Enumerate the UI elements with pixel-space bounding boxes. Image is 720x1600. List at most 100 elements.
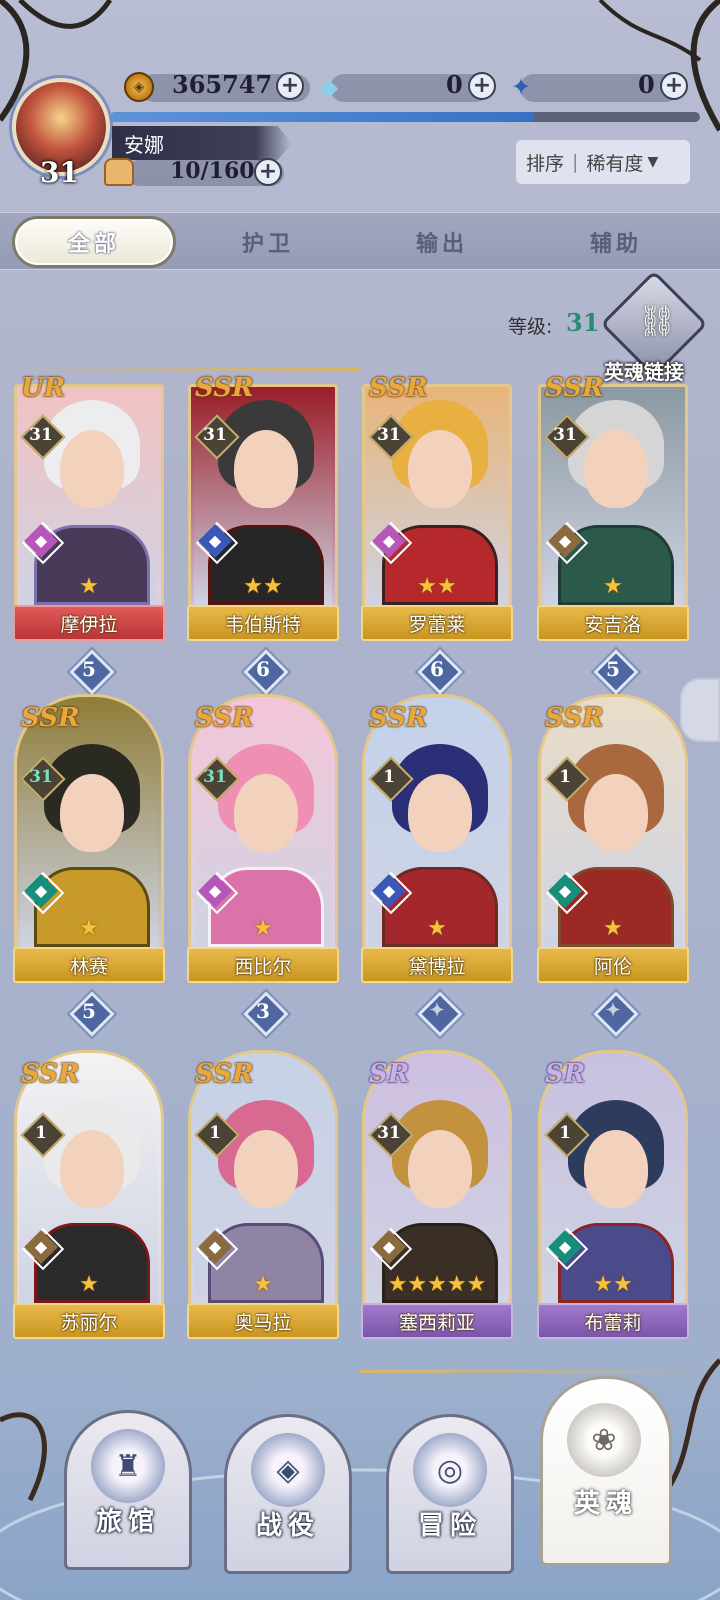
exp-progress-bar bbox=[110, 112, 700, 122]
rarity-badge: SR bbox=[369, 1059, 410, 1089]
hero-level-badge: 31 bbox=[369, 415, 409, 455]
star-rank-value: 5 bbox=[606, 657, 620, 681]
gold-value: 365747 bbox=[172, 70, 273, 99]
hero-name: 苏丽尔 bbox=[60, 1311, 118, 1334]
tab-guard[interactable]: 护卫 bbox=[186, 213, 350, 271]
rarity-badge: SSR bbox=[21, 1059, 80, 1089]
hero-level: 31 bbox=[203, 767, 227, 787]
tab-damage[interactable]: 输出 bbox=[360, 213, 524, 271]
chain-link-icon: ⛓ bbox=[638, 304, 677, 339]
hero-card[interactable]: SSR 31 ◆ ★ 西比尔 3 bbox=[187, 694, 339, 1023]
stamina-value: 10/160 bbox=[170, 158, 255, 184]
add-crystal-button[interactable]: + bbox=[468, 72, 496, 100]
hero-level: 31 bbox=[377, 1123, 401, 1143]
hero-card[interactable]: SSR 1 ◆ ★ 奥马拉 bbox=[187, 1050, 339, 1339]
hero-name: 布蕾莉 bbox=[584, 1311, 642, 1334]
nav-hero-soul-label: 英魂 bbox=[573, 1489, 638, 1519]
tavern-icon: ♜ bbox=[91, 1429, 165, 1503]
add-gold-button[interactable]: + bbox=[276, 72, 304, 100]
nav-hero-soul[interactable]: ❀ 英魂 bbox=[540, 1376, 672, 1566]
gold-coin-icon: ◈ bbox=[124, 72, 154, 102]
star-rank-badge: 6 bbox=[243, 649, 283, 689]
divider-bottom bbox=[360, 1370, 720, 1373]
shield-class-icon: ◆ bbox=[547, 523, 583, 559]
nav-tavern[interactable]: ♜ 旅馆 bbox=[64, 1410, 192, 1570]
hero-stars: ★★ bbox=[593, 1272, 633, 1297]
hero-face bbox=[408, 1130, 472, 1208]
hero-level: 1 bbox=[209, 1123, 221, 1143]
hero-stars: ★★ bbox=[243, 574, 283, 599]
hero-face bbox=[234, 1130, 298, 1208]
rarity-badge: SR bbox=[545, 1059, 586, 1089]
hero-card[interactable]: SR 31 ◆ ★★★★★ 塞西莉亚 bbox=[361, 1050, 513, 1339]
star-rank-value: 5 bbox=[82, 657, 96, 681]
hero-card[interactable]: SSR 31 ◆ ★★ 韦伯斯特 6 bbox=[187, 373, 339, 681]
role-tab-bar: 全部 护卫 输出 辅助 bbox=[0, 212, 720, 270]
add-star-gem-button[interactable]: + bbox=[660, 72, 688, 100]
hero-face bbox=[584, 774, 648, 852]
hero-card[interactable]: SSR 31 ◆ ★ 安吉洛 5 bbox=[537, 373, 689, 681]
rarity-badge: SSR bbox=[369, 703, 428, 733]
nav-adventure-label: 冒险 bbox=[417, 1511, 482, 1541]
hero-face bbox=[584, 1130, 648, 1208]
hero-name: 阿伦 bbox=[593, 955, 632, 978]
rarity-badge: SSR bbox=[545, 703, 604, 733]
hero-level: 1 bbox=[35, 1123, 47, 1143]
nav-tavern-label: 旅馆 bbox=[95, 1507, 160, 1537]
hero-name: 塞西莉亚 bbox=[398, 1311, 475, 1334]
rarity-badge: UR bbox=[21, 373, 66, 403]
side-drawer-handle[interactable] bbox=[680, 678, 720, 742]
hero-level: 31 bbox=[29, 425, 53, 445]
tab-support[interactable]: 辅助 bbox=[534, 213, 698, 271]
star-rank-value: ✦ bbox=[605, 1000, 621, 1021]
hero-card[interactable]: SR 1 ◆ ★★ 布蕾莉 bbox=[537, 1050, 689, 1339]
crystal-value: 0 bbox=[446, 70, 463, 99]
hero-name: 摩伊拉 bbox=[60, 613, 118, 636]
hero-level-badge: 31 bbox=[369, 1113, 409, 1153]
hero-face bbox=[234, 774, 298, 852]
hero-card[interactable]: UR 31 ◆ ★ 摩伊拉 5 bbox=[13, 373, 165, 681]
mage-class-icon: ◆ bbox=[197, 873, 233, 909]
star-rank-value: 6 bbox=[430, 657, 444, 681]
hero-level-badge: 1 bbox=[545, 1113, 585, 1153]
nav-campaign[interactable]: ◈ 战役 bbox=[224, 1414, 352, 1574]
hero-name: 黛博拉 bbox=[408, 955, 466, 978]
hero-face bbox=[234, 430, 298, 508]
hero-level-badge: 1 bbox=[369, 757, 409, 797]
hero-level-badge: 1 bbox=[545, 757, 585, 797]
hero-name-banner: 西比尔 bbox=[187, 947, 339, 983]
hero-name: 安吉洛 bbox=[584, 613, 642, 636]
hero-stars: ★ bbox=[79, 1272, 99, 1297]
heal-class-icon: ◆ bbox=[23, 1229, 59, 1265]
hero-card[interactable]: SSR 31 ◆ ★ 林赛 5 bbox=[13, 694, 165, 1023]
heal-class-icon: ◆ bbox=[371, 1229, 407, 1265]
rarity-badge: SSR bbox=[195, 1059, 254, 1089]
shield-class-icon: ◆ bbox=[197, 1229, 233, 1265]
add-stamina-button[interactable]: + bbox=[254, 158, 282, 186]
hero-face bbox=[60, 430, 124, 508]
hero-name: 奥马拉 bbox=[234, 1311, 292, 1334]
bow-class-icon: ◆ bbox=[23, 873, 59, 909]
hero-card[interactable]: SSR 1 ◆ ★ 阿伦 ✦ bbox=[537, 694, 689, 1021]
hero-card[interactable]: SSR 1 ◆ ★ 黛博拉 ✦ bbox=[361, 694, 513, 1021]
blue-star-gem-icon: ✦ bbox=[510, 73, 532, 101]
star-rank-value: 5 bbox=[82, 999, 96, 1023]
sort-label: 排序 bbox=[526, 152, 565, 175]
hero-card[interactable]: SSR 1 ◆ ★ 苏丽尔 bbox=[13, 1050, 165, 1339]
hero-level-badge: 1 bbox=[21, 1113, 61, 1153]
nav-adventure[interactable]: ◎ 冒险 bbox=[386, 1414, 514, 1574]
hero-level-badge: 1 bbox=[195, 1113, 235, 1153]
sort-dropdown[interactable]: 排序 | 稀有度 ▼ bbox=[516, 140, 690, 184]
hero-face bbox=[60, 1130, 124, 1208]
crystal-pill bbox=[330, 74, 490, 102]
star-rank-badge: ✦ bbox=[593, 991, 633, 1031]
tab-all[interactable]: 全部 bbox=[12, 216, 176, 268]
hero-name-banner: 安吉洛 bbox=[537, 605, 689, 641]
nav-campaign-label: 战役 bbox=[255, 1511, 320, 1541]
hero-card[interactable]: SSR 31 ◆ ★★ 罗蕾莱 6 bbox=[361, 373, 513, 681]
hero-soul-icon: ❀ bbox=[567, 1403, 641, 1477]
sort-separator: | bbox=[572, 151, 579, 173]
hero-name: 西比尔 bbox=[234, 955, 292, 978]
hero-name-banner: 林赛 bbox=[13, 947, 165, 983]
hero-level: 1 bbox=[559, 767, 571, 787]
